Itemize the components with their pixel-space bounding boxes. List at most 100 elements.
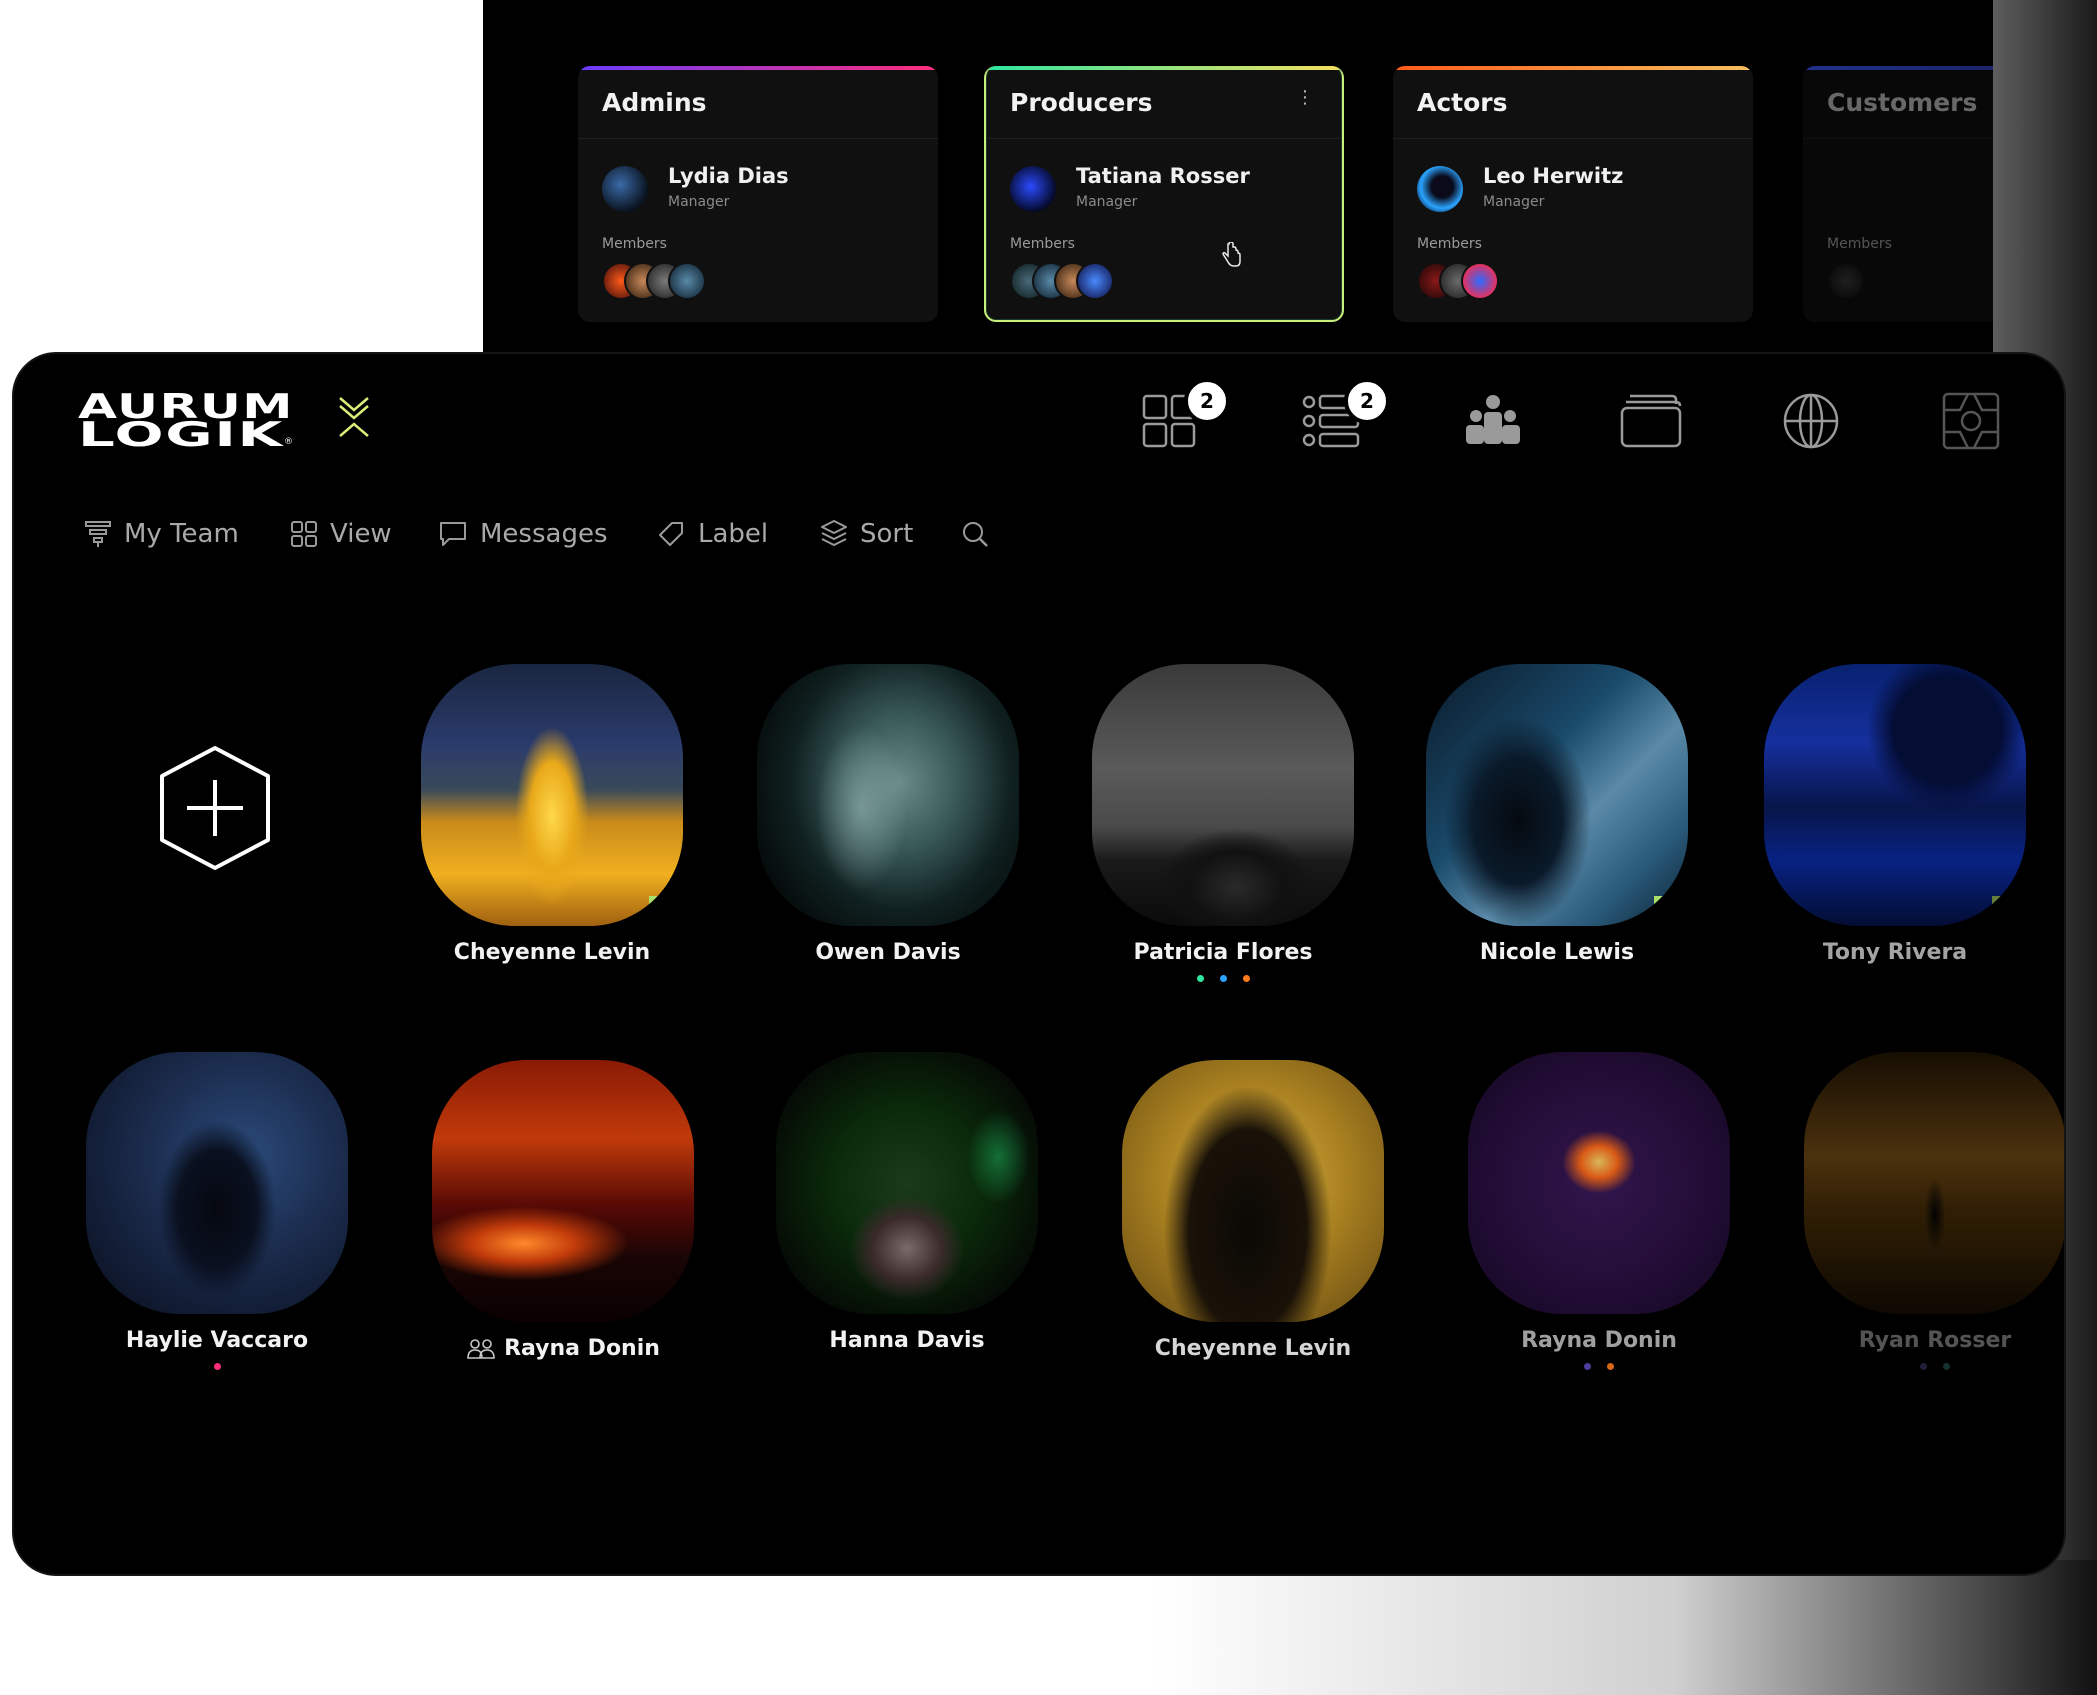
manager-avatar[interactable] bbox=[602, 166, 648, 212]
member-card[interactable]: Hanna Davis bbox=[776, 1052, 1038, 1353]
manager-avatar[interactable] bbox=[1417, 166, 1463, 212]
team-card-actors[interactable]: Actors Leo Herwitz Manager Members bbox=[1393, 66, 1753, 322]
my-team-button[interactable]: My Team bbox=[84, 514, 239, 554]
member-name: Cheyenne Levin bbox=[1154, 1336, 1352, 1361]
member-name: Nicole Lewis bbox=[1479, 940, 1635, 965]
search-button[interactable] bbox=[960, 514, 990, 554]
view-button[interactable]: View bbox=[290, 514, 392, 554]
my-team-label: My Team bbox=[124, 519, 239, 549]
status-dots bbox=[1092, 975, 1354, 985]
member-card[interactable]: Owen Davis bbox=[757, 664, 1019, 965]
messages-label: Messages bbox=[480, 519, 608, 549]
card-title: Admins bbox=[602, 88, 707, 117]
aurum-logik-logo[interactable]: AURUM LOGIK ® bbox=[78, 390, 298, 450]
card-header: Admins bbox=[578, 66, 938, 139]
member-name-text: Rayna Donin bbox=[504, 1336, 660, 1361]
member-card[interactable]: Cheyenne Levin bbox=[421, 664, 683, 965]
member-avatar[interactable] bbox=[668, 262, 706, 300]
nav-gallery-button[interactable] bbox=[1938, 388, 2004, 454]
status-dot bbox=[213, 1363, 221, 1370]
card-title: Customers bbox=[1827, 88, 1978, 117]
co-owners-icon bbox=[467, 1339, 495, 1359]
label-button[interactable]: Label bbox=[656, 514, 768, 554]
sort-label: Sort bbox=[860, 519, 914, 549]
manager-name[interactable]: Leo Herwitz bbox=[1483, 164, 1623, 188]
member-photo[interactable] bbox=[1764, 664, 2026, 926]
member-card[interactable]: Tony Rivera bbox=[1764, 664, 2026, 965]
more-options-icon[interactable]: ⋮ bbox=[1296, 89, 1314, 107]
gallery-icon bbox=[1942, 392, 2000, 450]
status-dot bbox=[1196, 975, 1204, 982]
sort-button[interactable]: Sort bbox=[820, 514, 913, 554]
member-avatar[interactable] bbox=[1461, 262, 1499, 300]
bookmark-icon bbox=[1992, 896, 2010, 918]
members-label: Members bbox=[1827, 236, 1892, 252]
members-label: Members bbox=[1417, 236, 1482, 252]
member-name: Rayna Donin bbox=[1521, 1328, 1677, 1353]
team-card-admins[interactable]: Admins Lydia Dias Manager Members bbox=[578, 66, 938, 322]
member-card[interactable]: Patricia Flores bbox=[1092, 664, 1354, 985]
manager-role: Manager bbox=[1076, 194, 1138, 210]
message-bubble-icon bbox=[440, 522, 466, 546]
member-photo[interactable] bbox=[1092, 664, 1354, 926]
member-card[interactable]: Rayna Donin bbox=[1468, 1052, 1730, 1373]
manager-avatar[interactable] bbox=[1010, 166, 1056, 212]
status-dot bbox=[1943, 1363, 1950, 1370]
member-photo[interactable] bbox=[757, 664, 1019, 926]
nav-team-button[interactable] bbox=[1460, 388, 1526, 454]
member-photo[interactable] bbox=[432, 1060, 694, 1322]
bookmark-icon bbox=[649, 896, 667, 918]
status-dots bbox=[86, 1363, 348, 1373]
manager-role: Manager bbox=[668, 194, 730, 210]
member-photo[interactable] bbox=[1426, 664, 1688, 926]
members-label: Members bbox=[602, 236, 667, 252]
member-card[interactable]: Cheyenne Levin bbox=[1122, 1060, 1384, 1361]
add-member-button[interactable] bbox=[156, 744, 274, 872]
status-dot bbox=[1920, 1363, 1927, 1370]
filter-icon bbox=[85, 521, 111, 547]
member-name: Ryan Rosser bbox=[1858, 1328, 2012, 1353]
member-photo[interactable] bbox=[86, 1052, 348, 1314]
member-name: Haylie Vaccaro bbox=[125, 1328, 309, 1353]
manager-role: Manager bbox=[1483, 194, 1545, 210]
status-dots bbox=[1804, 1363, 2064, 1373]
status-dot bbox=[1219, 975, 1227, 982]
member-name: Cheyenne Levin bbox=[453, 940, 651, 965]
card-title: Producers bbox=[1010, 88, 1153, 117]
nav-grid-button[interactable]: 2 bbox=[1140, 378, 1230, 454]
collapse-chevrons-icon[interactable] bbox=[336, 394, 372, 442]
member-photo[interactable] bbox=[1468, 1052, 1730, 1314]
member-avatar[interactable] bbox=[1827, 262, 1865, 300]
member-photo[interactable] bbox=[776, 1052, 1038, 1314]
member-avatar[interactable] bbox=[1076, 262, 1114, 300]
hand-cursor-icon bbox=[1222, 242, 1241, 267]
member-card[interactable]: Haylie Vaccaro bbox=[86, 1052, 348, 1373]
team-card-customers[interactable]: Customers Members bbox=[1803, 66, 1993, 322]
folder-icon bbox=[1620, 394, 1682, 448]
search-icon bbox=[963, 522, 988, 547]
nav-list-button[interactable]: 2 bbox=[1300, 378, 1390, 454]
svg-text:®: ® bbox=[284, 437, 293, 447]
layers-icon bbox=[821, 520, 847, 547]
messages-button[interactable]: Messages bbox=[438, 514, 608, 554]
manager-name[interactable]: Tatiana Rosser bbox=[1076, 164, 1250, 188]
tag-icon bbox=[659, 522, 683, 546]
team-icon bbox=[1466, 395, 1520, 444]
page-shadow bbox=[0, 1560, 2097, 1695]
member-card[interactable]: Ryan Rosser bbox=[1804, 1052, 2064, 1373]
member-name: Owen Davis bbox=[815, 940, 961, 965]
manager-name[interactable]: Lydia Dias bbox=[668, 164, 789, 188]
notification-badge: 2 bbox=[1184, 378, 1230, 424]
member-photo[interactable] bbox=[1804, 1052, 2064, 1314]
team-card-producers[interactable]: Producers ⋮ Tatiana Rosser Manager Membe… bbox=[984, 66, 1344, 322]
nav-globe-button[interactable] bbox=[1778, 388, 1844, 454]
status-dot bbox=[1242, 975, 1250, 982]
member-name: Patricia Flores bbox=[1133, 940, 1313, 965]
member-name: Hanna Davis bbox=[829, 1328, 985, 1353]
member-card[interactable]: Rayna Donin bbox=[432, 1060, 694, 1361]
member-card[interactable]: Nicole Lewis bbox=[1426, 664, 1688, 965]
member-photo[interactable] bbox=[421, 664, 683, 926]
member-photo[interactable] bbox=[1122, 1060, 1384, 1322]
nav-folder-button[interactable] bbox=[1618, 388, 1684, 454]
status-dots bbox=[1468, 1363, 1730, 1373]
